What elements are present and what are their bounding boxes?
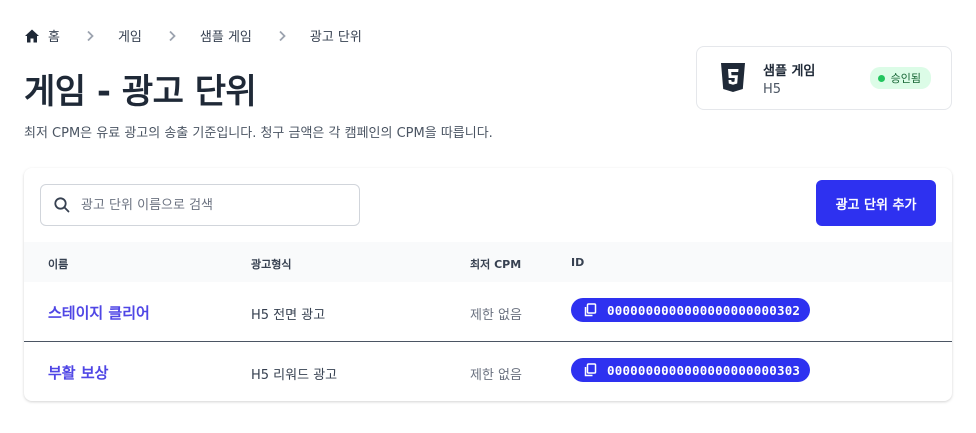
breadcrumb-home[interactable]: 홈 bbox=[24, 26, 60, 45]
ad-unit-cpm: 제한 없음 bbox=[470, 368, 522, 383]
breadcrumb-home-link[interactable]: 홈 bbox=[48, 26, 60, 45]
ad-unit-format: H5 전면 광고 bbox=[251, 308, 326, 323]
ad-unit-id: 0000000000000000000000303 bbox=[607, 362, 801, 378]
home-icon bbox=[24, 28, 40, 44]
column-header-id: ID bbox=[571, 256, 585, 269]
copy-id-button[interactable]: 0000000000000000000000303 bbox=[571, 358, 811, 382]
copy-icon bbox=[583, 363, 597, 377]
html5-icon bbox=[721, 63, 745, 93]
table-row: 스테이지 클리어 H5 전면 광고 제한 없음 0000000000000000… bbox=[24, 282, 952, 342]
column-header-format: 광고형식 bbox=[251, 258, 292, 271]
status-label: 승인됨 bbox=[890, 72, 921, 85]
chevron-right-icon bbox=[84, 30, 96, 42]
add-ad-unit-button[interactable]: 광고 단위 추가 bbox=[816, 180, 936, 226]
ad-units-panel: 광고 단위 추가 이름 광고형식 최저 CPM ID 스테이지 클리어 H5 전… bbox=[24, 168, 952, 401]
search-icon bbox=[53, 196, 71, 214]
status-badge: 승인됨 bbox=[869, 67, 931, 89]
search-input[interactable] bbox=[81, 197, 341, 213]
game-name: 샘플 게임 bbox=[763, 63, 816, 79]
ad-unit-id: 0000000000000000000000302 bbox=[607, 302, 801, 318]
ad-unit-name-link[interactable]: 스테이지 클리어 bbox=[48, 302, 150, 323]
breadcrumb-games-link[interactable]: 게임 bbox=[118, 26, 142, 45]
page-title: 게임 - 광고 단위 bbox=[24, 72, 257, 112]
breadcrumb-game-link[interactable]: 샘플 게임 bbox=[200, 26, 252, 45]
copy-id-button[interactable]: 0000000000000000000000302 bbox=[571, 298, 811, 322]
game-platform: H5 bbox=[763, 81, 782, 97]
ad-unit-format: H5 리워드 광고 bbox=[251, 368, 338, 383]
status-dot-icon bbox=[877, 74, 885, 82]
table-header: 이름 광고형식 최저 CPM ID bbox=[24, 242, 952, 282]
ad-unit-name-link[interactable]: 부활 보상 bbox=[48, 362, 108, 383]
chevron-right-icon bbox=[276, 30, 288, 42]
column-header-cpm: 최저 CPM bbox=[470, 258, 522, 271]
breadcrumb-current: 광고 단위 bbox=[309, 30, 362, 45]
breadcrumb: 홈 게임 샘플 게임 광고 단위 bbox=[24, 26, 362, 45]
copy-icon bbox=[583, 303, 597, 317]
search-box[interactable] bbox=[40, 184, 360, 226]
column-header-name: 이름 bbox=[48, 258, 69, 271]
table-row: 부활 보상 H5 리워드 광고 제한 없음 000000000000000000… bbox=[24, 342, 952, 401]
page-description: 최저 CPM은 유료 광고의 송출 기준입니다. 청구 금액은 각 캠페인의 C… bbox=[24, 126, 493, 141]
chevron-right-icon bbox=[166, 30, 178, 42]
game-card: 샘플 게임 H5 승인됨 bbox=[696, 46, 952, 110]
ad-unit-cpm: 제한 없음 bbox=[470, 308, 522, 323]
